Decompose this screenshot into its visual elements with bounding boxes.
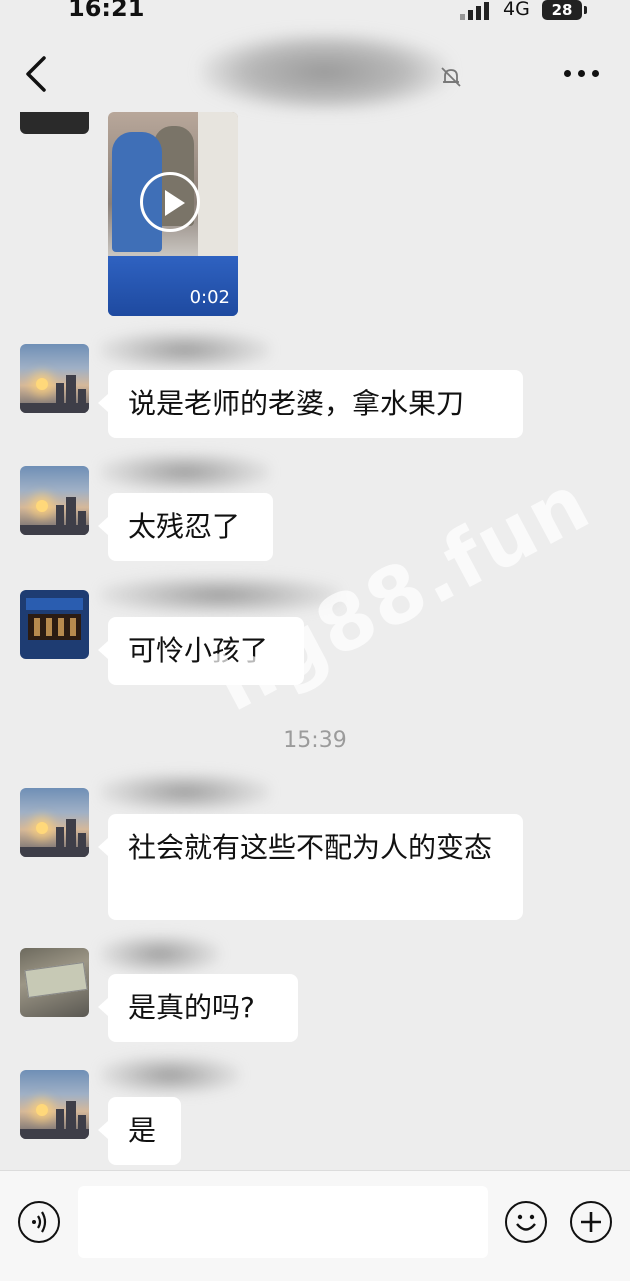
avatar[interactable] <box>20 948 89 1017</box>
sender-name-redaction <box>100 330 270 370</box>
avatar[interactable] <box>20 590 89 659</box>
battery-level: 28 <box>542 0 582 20</box>
message-bubble[interactable]: 是真的吗? <box>98 974 298 1042</box>
message-bubble[interactable]: 太残忍了 <box>98 493 273 561</box>
more-icon[interactable] <box>562 62 602 82</box>
mute-bell-icon <box>441 67 461 87</box>
message-text: 社会就有这些不配为人的变态 <box>128 831 493 864</box>
status-bar: 16:21 4G 28 <box>0 0 630 26</box>
sender-name-redaction <box>100 934 220 974</box>
sender-name-redaction <box>100 1055 240 1095</box>
message-bubble[interactable]: 是 <box>98 1097 181 1165</box>
chat-timestamp: 15:39 <box>283 728 347 753</box>
avatar[interactable] <box>20 1070 89 1139</box>
message-text: 是 <box>128 1114 157 1147</box>
avatar[interactable] <box>20 466 89 535</box>
message-bubble[interactable]: 说是老师的老婆，拿水果刀 <box>98 370 523 438</box>
video-message[interactable]: 0:02 <box>108 112 238 316</box>
battery-icon <box>584 6 587 14</box>
emoji-icon[interactable] <box>505 1201 547 1243</box>
message-input[interactable] <box>78 1186 488 1258</box>
voice-icon[interactable] <box>18 1201 60 1243</box>
avatar[interactable] <box>20 112 89 134</box>
network-type: 4G <box>503 0 530 20</box>
signal-icon <box>460 2 489 20</box>
message-bubble[interactable]: 社会就有这些不配为人的变态 <box>98 814 523 920</box>
play-icon[interactable] <box>140 172 200 232</box>
back-icon[interactable] <box>20 54 54 94</box>
input-bar <box>0 1170 630 1281</box>
chat-title <box>200 56 440 96</box>
sender-name-redaction <box>100 772 270 812</box>
message-text: 太残忍了 <box>128 510 241 543</box>
message-text: 是真的吗? <box>128 991 255 1024</box>
video-duration: 0:02 <box>189 287 230 308</box>
sender-name-redaction <box>100 452 270 492</box>
avatar[interactable] <box>20 788 89 857</box>
chat-header <box>0 26 630 112</box>
message-text: 说是老师的老婆，拿水果刀 <box>128 387 465 420</box>
avatar[interactable] <box>20 344 89 413</box>
plus-icon[interactable] <box>570 1201 612 1243</box>
status-time: 16:21 <box>68 0 145 22</box>
